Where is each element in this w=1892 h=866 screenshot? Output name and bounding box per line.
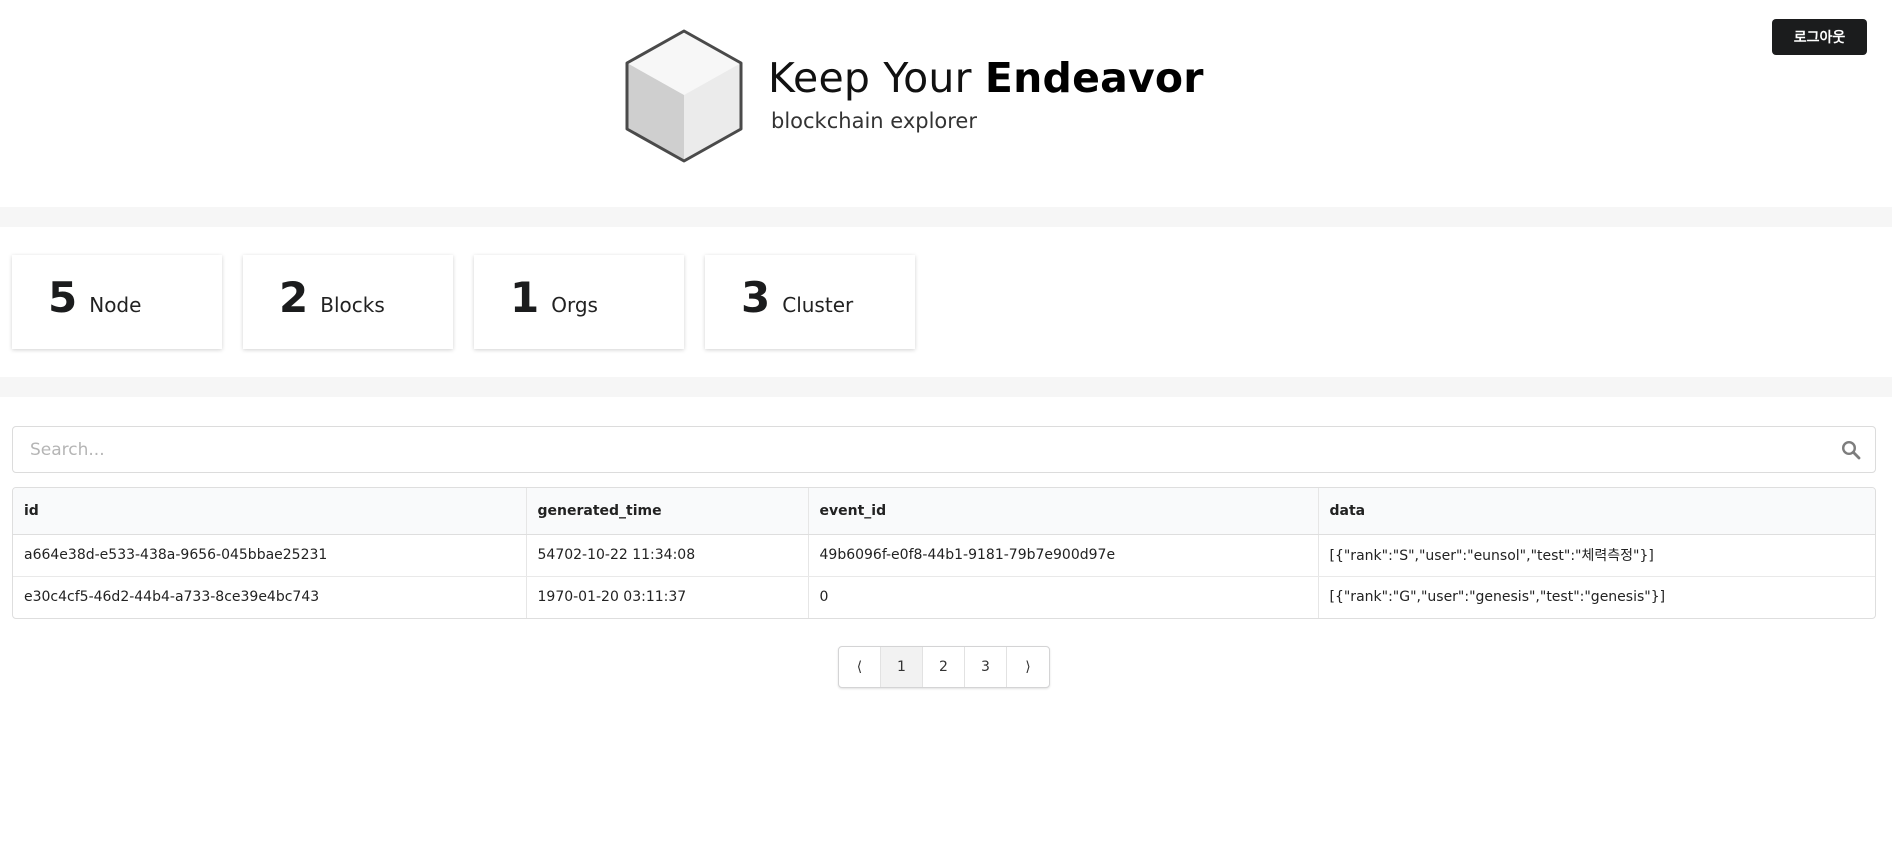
events-table: id generated_time event_id data a664e38d… [12, 487, 1876, 619]
brand-title-light: Keep Your [768, 54, 985, 102]
stat-value: 5 [48, 273, 78, 322]
search-input[interactable] [13, 427, 1875, 472]
cell-event-id: 49b6096f-e0f8-44b1-9181-79b7e900d97e [808, 534, 1319, 577]
table-row[interactable]: a664e38d-e533-438a-9656-045bbae25231 547… [13, 534, 1875, 577]
cell-id: e30c4cf5-46d2-44b4-a733-8ce39e4bc743 [13, 576, 527, 618]
stat-value: 1 [510, 273, 540, 322]
pagination: ⟨ 1 2 3 ⟩ [838, 646, 1050, 688]
cube-logo-icon [625, 29, 743, 163]
stat-card-cluster: 3 Cluster [705, 255, 915, 349]
search-icon[interactable] [1841, 440, 1861, 460]
stat-card-node: 5 Node [12, 255, 222, 349]
header: 로그아웃 Keep Your Endeavor blockchain explo… [0, 0, 1892, 207]
page-button-1[interactable]: 1 [881, 647, 923, 687]
stat-label: Blocks [320, 293, 385, 317]
stat-label: Cluster [782, 293, 854, 317]
cell-data: [{"rank":"G","user":"genesis","test":"ge… [1329, 589, 1666, 606]
brand-title-bold: Endeavor [984, 54, 1204, 102]
stat-label: Orgs [551, 293, 598, 317]
divider-top [0, 207, 1892, 227]
stats-panel: 5 Node 2 Blocks 1 Orgs 3 Cluster [0, 227, 1892, 377]
stat-card-orgs: 1 Orgs [474, 255, 684, 349]
logout-button[interactable]: 로그아웃 [1772, 19, 1867, 55]
divider-middle [0, 377, 1892, 397]
stat-value: 2 [279, 273, 309, 322]
stat-card-blocks: 2 Blocks [243, 255, 453, 349]
cell-id: a664e38d-e533-438a-9656-045bbae25231 [13, 534, 527, 577]
table-header-row: id generated_time event_id data [13, 488, 1875, 535]
brand-logo: Keep Your Endeavor blockchain explorer [624, 28, 1203, 164]
next-page-button[interactable]: ⟩ [1007, 647, 1049, 687]
brand-title: Keep Your Endeavor [768, 58, 1204, 99]
page-button-2[interactable]: 2 [923, 647, 965, 687]
table-row[interactable]: e30c4cf5-46d2-44b4-a733-8ce39e4bc743 197… [13, 576, 1875, 618]
brand-subtitle: blockchain explorer [771, 109, 977, 133]
brand-text: Keep Your Endeavor blockchain explorer [768, 58, 1204, 134]
cell-generated-time: 1970-01-20 03:11:37 [526, 576, 809, 618]
page-button-3[interactable]: 3 [965, 647, 1007, 687]
cell-event-id: 0 [808, 576, 1319, 618]
search-box [12, 426, 1876, 473]
column-header-data[interactable]: data [1318, 488, 1875, 535]
column-header-event-id[interactable]: event_id [808, 488, 1319, 535]
stat-value: 3 [741, 273, 771, 322]
stat-label: Node [89, 293, 142, 317]
cell-data: [{"rank":"S","user":"eunsol","test":"체력측… [1318, 534, 1875, 577]
column-header-generated-time[interactable]: generated_time [526, 488, 809, 535]
prev-page-button[interactable]: ⟨ [839, 647, 881, 687]
column-header-id[interactable]: id [13, 488, 527, 535]
cell-generated-time: 54702-10-22 11:34:08 [526, 534, 809, 577]
